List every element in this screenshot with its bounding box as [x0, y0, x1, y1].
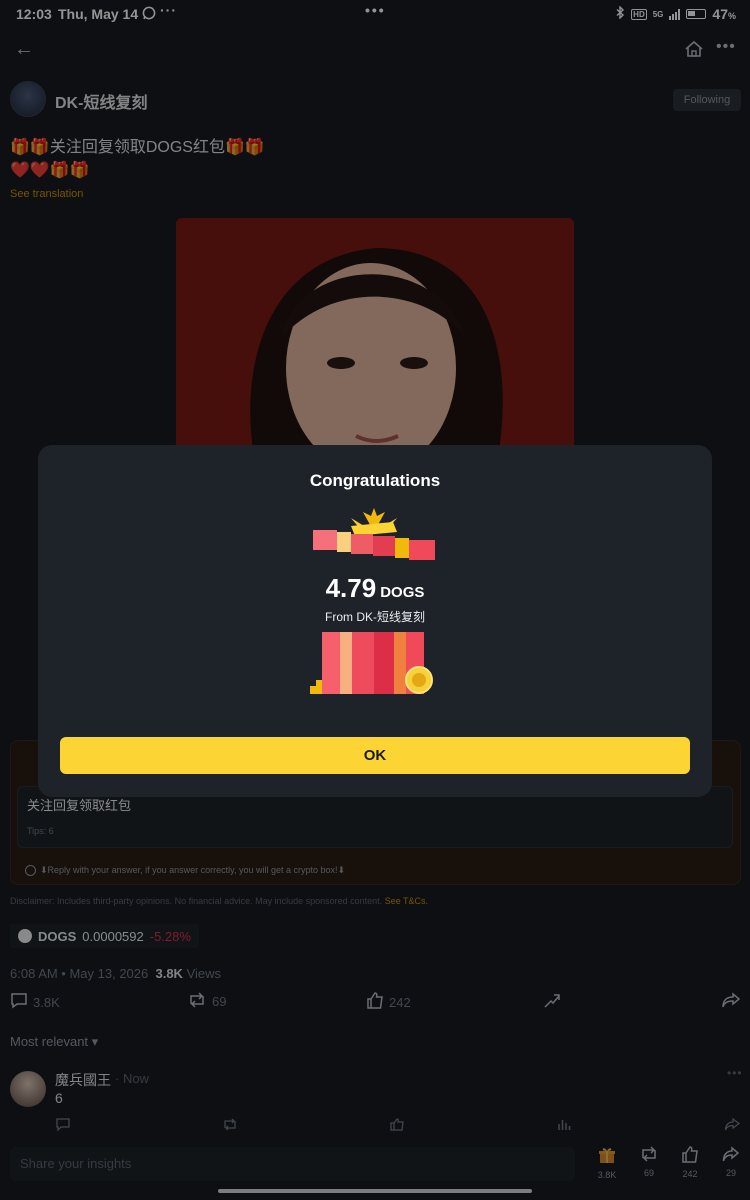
gift-box-lid-icon: [313, 508, 435, 560]
gift-box-body-icon: [310, 632, 433, 694]
reward-from: From DK-短线复刻: [325, 610, 425, 624]
modal-title: Congratulations: [309, 471, 441, 490]
reward-token: DOGS: [380, 584, 425, 601]
reward-amount: 4.79 DOGS: [38, 573, 712, 604]
ok-button[interactable]: OK: [60, 737, 690, 774]
reward-value: 4.79: [325, 573, 377, 603]
